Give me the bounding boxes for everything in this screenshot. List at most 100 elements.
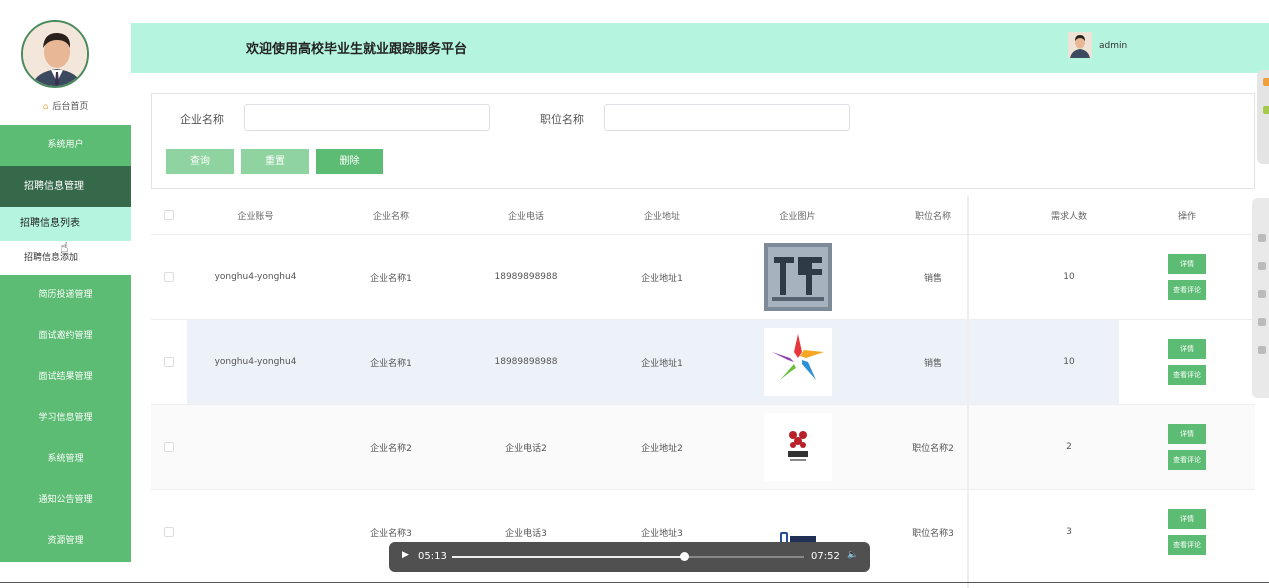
floating-toolbar[interactable] — [1252, 198, 1269, 398]
hand-cursor-icon: ☝ — [60, 240, 69, 256]
company-name-label: 企业名称 — [180, 113, 224, 126]
cell-actions: 详情 查看评论 — [1119, 320, 1255, 404]
header: 欢迎使用高校毕业生就业跟踪服务平台 admin — [131, 23, 1269, 73]
sidebar-item-study[interactable]: 学习信息管理 — [0, 398, 131, 439]
sidebar-item-notice[interactable]: 通知公告管理 — [0, 480, 131, 521]
row-checkbox[interactable] — [164, 357, 174, 367]
col-count: 需求人数 — [1050, 211, 1087, 222]
sidebar-item-recruitment[interactable]: 招聘信息管理 — [0, 166, 131, 207]
sidebar-item-resume[interactable]: 简历投递管理 — [0, 275, 131, 316]
sidebar-item-interview-invite[interactable]: 面试邀约管理 — [0, 316, 131, 357]
cell-company-name: 企业名称1 — [370, 358, 412, 369]
company-name-input[interactable] — [244, 104, 490, 131]
home-link[interactable]: ⌂ 后台首页 — [0, 98, 131, 116]
volume-icon[interactable]: 🔈 — [847, 550, 858, 560]
sidebar-menu: 系统用户 招聘信息管理 招聘信息列表 招聘信息添加 简历投递管理 面试邀约管理 … — [0, 125, 131, 562]
home-label: 后台首页 — [52, 102, 89, 112]
col-account: 企业账号 — [237, 211, 274, 222]
cell-company-address: 企业地址1 — [641, 273, 683, 284]
detail-button[interactable]: 详情 — [1168, 424, 1206, 444]
table-header: 企业账号 企业名称 企业电话 企业地址 企业图片 职位名称 需求人数 操作 — [151, 196, 1255, 234]
cell-position: 职位名称2 — [912, 443, 954, 454]
play-icon[interactable]: ▶ — [402, 550, 409, 560]
table-row: yonghu4-yonghu4 企业名称1 18989898988 企业地址1 … — [151, 319, 1255, 405]
video-progress-fill — [452, 556, 685, 558]
table-row: 企业名称2 企业电话2 企业地址2 职位名称2 2 详情 查看评论 — [151, 404, 1255, 489]
row-checkbox[interactable] — [164, 272, 174, 282]
sidebar: ⌂ 后台首页 系统用户 招聘信息管理 招聘信息列表 招聘信息添加 简历投递管理 面… — [0, 0, 131, 588]
sidebar-item-resources[interactable]: 资源管理 — [0, 521, 131, 562]
cell-company-phone: 18989898988 — [494, 357, 558, 367]
col-position: 职位名称 — [914, 211, 951, 222]
toolbar-icon — [1258, 290, 1266, 298]
cell-company-address: 企业地址2 — [641, 443, 683, 454]
cell-position: 销售 — [923, 273, 942, 284]
cell-count: 10 — [1063, 357, 1075, 367]
view-comments-button[interactable]: 查看评论 — [1168, 535, 1206, 555]
cell-position: 职位名称3 — [912, 528, 954, 539]
select-all-checkbox[interactable] — [164, 210, 174, 220]
row-checkbox[interactable] — [164, 442, 174, 452]
cell-account — [187, 405, 324, 489]
cell-account — [187, 490, 324, 574]
header-avatar[interactable] — [1068, 32, 1092, 58]
col-actions: 操作 — [1177, 211, 1196, 222]
cell-actions: 详情 查看评论 — [1119, 490, 1255, 574]
sidebar-item-interview-result[interactable]: 面试结果管理 — [0, 357, 131, 398]
table-row: yonghu4-yonghu4 企业名称1 18989898988 企业地址1 … — [151, 234, 1255, 319]
fixed-column-divider — [967, 196, 969, 588]
zhaopin-logo-image — [763, 243, 832, 311]
page-title: 欢迎使用高校毕业生就业跟踪服务平台 — [246, 42, 468, 57]
window-bottom-border — [0, 582, 1269, 583]
reset-button[interactable]: 重置 — [241, 149, 309, 174]
video-total-time: 07:52 — [811, 551, 840, 562]
sidebar-item-system-users[interactable]: 系统用户 — [0, 125, 131, 166]
avatar[interactable] — [21, 20, 89, 88]
query-button[interactable]: 查询 — [166, 149, 234, 174]
video-current-time: 05:13 — [418, 551, 447, 562]
col-company-name: 企业名称 — [372, 211, 409, 222]
cell-company-phone: 18989898988 — [494, 272, 558, 282]
toolbar-icon — [1258, 262, 1266, 270]
detail-button[interactable]: 详情 — [1168, 509, 1206, 529]
cell-company-phone: 企业电话2 — [505, 443, 547, 454]
col-company-address: 企业地址 — [643, 211, 680, 222]
view-comments-button[interactable]: 查看评论 — [1168, 365, 1206, 385]
cell-actions: 详情 查看评论 — [1119, 405, 1255, 489]
cell-account: yonghu4-yonghu4 — [214, 357, 297, 367]
cell-company-name: 企业名称2 — [370, 443, 412, 454]
video-controls: ▶ 05:13 07:52 🔈 — [389, 542, 870, 572]
row-checkbox[interactable] — [164, 527, 174, 537]
cell-company-name: 企业名称1 — [370, 273, 412, 284]
toolbar-icon — [1258, 234, 1266, 242]
toolbar-icon — [1258, 318, 1266, 326]
home-icon: ⌂ — [42, 102, 49, 112]
search-panel: 企业名称 职位名称 查询 重置 删除 — [151, 93, 1255, 189]
widget-icon — [1263, 78, 1269, 86]
sidebar-item-system[interactable]: 系统管理 — [0, 439, 131, 480]
detail-button[interactable]: 详情 — [1168, 339, 1206, 359]
col-company-phone: 企业电话 — [507, 211, 544, 222]
cell-count: 3 — [1066, 527, 1072, 537]
view-comments-button[interactable]: 查看评论 — [1168, 450, 1206, 470]
col-company-image: 企业图片 — [779, 211, 816, 222]
cell-account: yonghu4-yonghu4 — [214, 272, 297, 282]
video-seek-handle[interactable] — [680, 552, 690, 561]
username[interactable]: admin — [1099, 41, 1127, 51]
cell-actions: 详情 查看评论 — [1119, 235, 1255, 319]
toolbar-icon — [1258, 346, 1266, 354]
floating-widget-top[interactable] — [1257, 70, 1269, 164]
view-comments-button[interactable]: 查看评论 — [1168, 280, 1206, 300]
detail-button[interactable]: 详情 — [1168, 254, 1206, 274]
delete-button[interactable]: 删除 — [316, 149, 383, 174]
sidebar-subitem-recruitment-list[interactable]: 招聘信息列表 — [0, 207, 131, 241]
app: ⌂ 后台首页 系统用户 招聘信息管理 招聘信息列表 招聘信息添加 简历投递管理 面… — [0, 0, 1269, 588]
star-logo-image — [763, 328, 832, 396]
cell-count: 2 — [1066, 442, 1072, 452]
position-name-label: 职位名称 — [540, 113, 584, 126]
widget-icon — [1263, 106, 1269, 114]
video-seek-bar[interactable] — [452, 552, 804, 561]
position-name-input[interactable] — [604, 104, 850, 131]
red-logo-image — [763, 413, 832, 481]
cell-position: 销售 — [923, 358, 942, 369]
